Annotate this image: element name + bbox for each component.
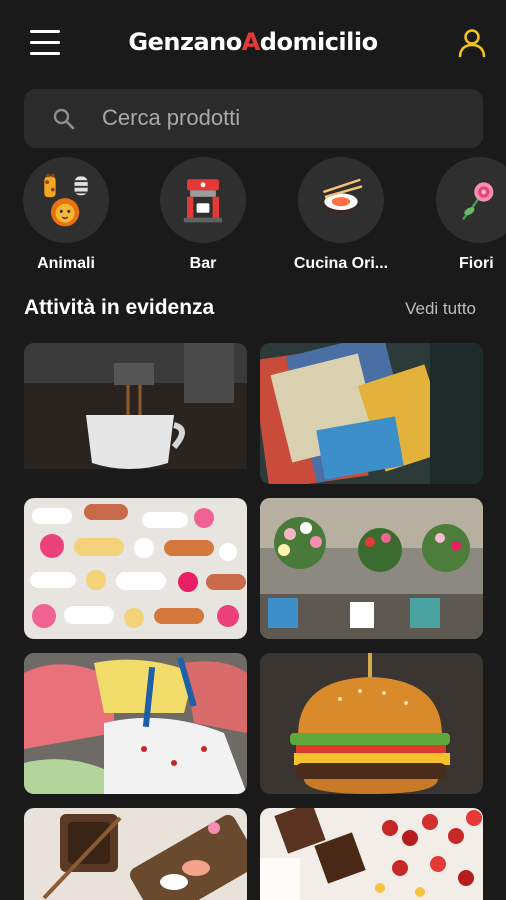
espresso-photo [24,343,247,484]
featured-tile-pastries[interactable] [260,808,483,900]
category-carousel[interactable]: Animali Bar Cucina Ori... Fiori [0,157,506,277]
comics-photo [260,343,483,484]
featured-header: Attività in evidenza Vedi tutto [24,296,476,326]
category-animali[interactable]: Animali [6,157,126,273]
burger-photo [260,653,483,794]
see-all-link[interactable]: Vedi tutto [405,299,476,319]
flower-icon [436,157,506,243]
sushi-plate-photo [24,808,247,900]
featured-tile-espresso[interactable] [24,343,247,484]
flowers-shop-photo [260,498,483,639]
pills-photo [24,498,247,639]
featured-tile-pills[interactable] [24,498,247,639]
category-bar[interactable]: Bar [143,157,263,273]
search-bar[interactable] [24,89,483,148]
pastries-photo [260,808,483,900]
search-input[interactable] [102,101,462,135]
category-label: Fiori [459,255,494,272]
logo-accent: A [241,28,261,56]
sushi-icon [298,157,384,243]
animals-icon [23,157,109,243]
featured-tile-comics[interactable] [260,343,483,484]
featured-tile-flowers[interactable] [260,498,483,639]
featured-tile-burger[interactable] [260,653,483,794]
featured-tile-gelato[interactable] [24,653,247,794]
category-cucina-orientale[interactable]: Cucina Ori... [281,157,401,273]
user-profile-icon[interactable] [458,28,486,58]
coffee-machine-icon [160,157,246,243]
logo-text-2: domicilio [259,28,378,56]
category-label: Bar [189,255,217,272]
category-label: Cucina Ori... [293,255,389,272]
search-icon [52,107,76,131]
gelato-photo [24,653,247,794]
category-label: Animali [37,255,95,272]
category-fiori[interactable]: Fiori [419,157,506,273]
featured-tile-sushi[interactable] [24,808,247,900]
top-bar: GenzanoAdomicilio [0,0,506,88]
logo-text-1: Genzano [128,28,242,56]
app-logo: GenzanoAdomicilio [0,28,506,56]
section-title: Attività in evidenza [24,296,215,319]
